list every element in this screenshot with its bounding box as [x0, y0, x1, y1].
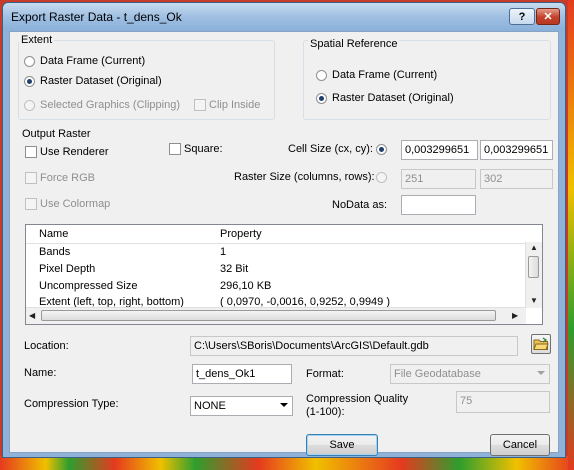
extent-raster-dataset-label[interactable]: Raster Dataset (Original): [40, 75, 162, 87]
name-label: Name:: [24, 367, 57, 379]
use-colormap-label[interactable]: Use Colormap: [40, 198, 110, 210]
compression-type-dropdown[interactable]: NONE: [190, 396, 293, 416]
extent-group-label: Extent: [19, 34, 55, 46]
extent-data-frame-label[interactable]: Data Frame (Current): [40, 55, 145, 67]
column-header-name[interactable]: Name: [39, 228, 68, 240]
title-bar[interactable]: Export Raster Data - t_dens_Ok ? ✕: [3, 3, 565, 31]
extent-data-frame-radio[interactable]: [24, 56, 35, 67]
raster-rows-input[interactable]: 302: [480, 169, 553, 189]
save-button[interactable]: Save: [306, 434, 378, 456]
column-header-property[interactable]: Property: [220, 228, 262, 240]
dialog-body: Extent Data Frame (Current) Raster Datas…: [9, 31, 559, 456]
property-value-bands[interactable]: 1: [220, 246, 226, 258]
scroll-left-arrow-icon[interactable]: ◀: [29, 311, 35, 321]
format-label: Format:: [306, 368, 344, 380]
sr-raster-dataset-radio[interactable]: [316, 93, 327, 104]
cell-size-cy-input[interactable]: 0,003299651: [480, 140, 553, 160]
use-renderer-label[interactable]: Use Renderer: [40, 146, 108, 158]
chevron-down-icon: [537, 371, 545, 375]
compression-quality-label-line1: Compression Quality: [306, 393, 409, 405]
property-value-uncompressed-size[interactable]: 296,10 KB: [220, 280, 271, 292]
format-dropdown-value: File Geodatabase: [394, 368, 481, 380]
compression-type-value: NONE: [194, 400, 226, 412]
name-input[interactable]: t_dens_Ok1: [192, 364, 292, 384]
export-raster-dialog: Export Raster Data - t_dens_Ok ? ✕ Exten…: [2, 2, 566, 458]
raster-size-radio[interactable]: [376, 172, 387, 183]
extent-selected-graphics-label[interactable]: Selected Graphics (Clipping): [40, 99, 180, 111]
raster-columns-input[interactable]: 251: [401, 169, 476, 189]
properties-grid[interactable]: Name Property Bands 1 Pixel Depth 32 Bit…: [25, 224, 543, 325]
property-value-pixel-depth[interactable]: 32 Bit: [220, 263, 248, 275]
grid-horizontal-scrollbar[interactable]: ◀ ▶: [26, 307, 526, 324]
map-background-edge: [568, 0, 574, 470]
nodata-label: NoData as:: [332, 199, 388, 211]
sr-data-frame-radio[interactable]: [316, 70, 327, 81]
use-renderer-checkbox[interactable]: [25, 146, 37, 158]
grid-vertical-scrollbar[interactable]: ▲ ▼: [525, 242, 542, 308]
scroll-up-arrow-icon[interactable]: ▲: [530, 243, 538, 253]
sr-data-frame-label[interactable]: Data Frame (Current): [332, 69, 437, 81]
location-input[interactable]: C:\Users\SBoris\Documents\ArcGIS\Default…: [190, 336, 518, 356]
extent-raster-dataset-radio[interactable]: [24, 76, 35, 87]
output-raster-label: Output Raster: [22, 128, 91, 140]
property-name-uncompressed-size[interactable]: Uncompressed Size: [39, 280, 137, 292]
clip-inside-label[interactable]: Clip Inside: [209, 99, 260, 111]
property-name-bands[interactable]: Bands: [39, 246, 70, 258]
property-name-pixel-depth[interactable]: Pixel Depth: [39, 263, 95, 275]
help-button[interactable]: ?: [509, 8, 535, 25]
folder-open-icon: [533, 337, 549, 350]
force-rgb-checkbox[interactable]: [25, 172, 37, 184]
force-rgb-label[interactable]: Force RGB: [40, 172, 95, 184]
compression-type-label: Compression Type:: [24, 398, 119, 410]
browse-folder-button[interactable]: [531, 334, 551, 354]
scroll-down-arrow-icon[interactable]: ▼: [530, 296, 538, 306]
vertical-scroll-thumb[interactable]: [528, 256, 539, 278]
use-colormap-checkbox[interactable]: [25, 198, 37, 210]
map-background-strip: [0, 456, 574, 470]
compression-quality-input[interactable]: 75: [456, 391, 550, 413]
close-button[interactable]: ✕: [536, 8, 560, 25]
square-checkbox[interactable]: [169, 143, 181, 155]
location-label: Location:: [24, 340, 69, 352]
clip-inside-checkbox[interactable]: [194, 99, 206, 111]
cell-size-label: Cell Size (cx, cy):: [288, 143, 373, 155]
scroll-right-arrow-icon[interactable]: ▶: [512, 311, 518, 321]
sr-raster-dataset-label[interactable]: Raster Dataset (Original): [332, 92, 454, 104]
format-dropdown[interactable]: File Geodatabase: [390, 364, 550, 384]
nodata-input[interactable]: [401, 195, 476, 215]
square-label[interactable]: Square:: [184, 143, 223, 155]
horizontal-scroll-thumb[interactable]: [41, 310, 496, 321]
properties-grid-header: Name Property: [26, 225, 526, 244]
spatial-reference-group-label: Spatial Reference: [308, 38, 400, 50]
cancel-button[interactable]: Cancel: [490, 434, 550, 456]
extent-selected-graphics-radio[interactable]: [24, 100, 35, 111]
compression-quality-label-line2: (1-100):: [306, 406, 345, 418]
window-title: Export Raster Data - t_dens_Ok: [11, 10, 182, 24]
cell-size-radio[interactable]: [376, 144, 387, 155]
chevron-down-icon: [280, 403, 288, 407]
raster-size-label: Raster Size (columns, rows):: [234, 171, 375, 183]
cell-size-cx-input[interactable]: 0,003299651: [401, 140, 478, 160]
